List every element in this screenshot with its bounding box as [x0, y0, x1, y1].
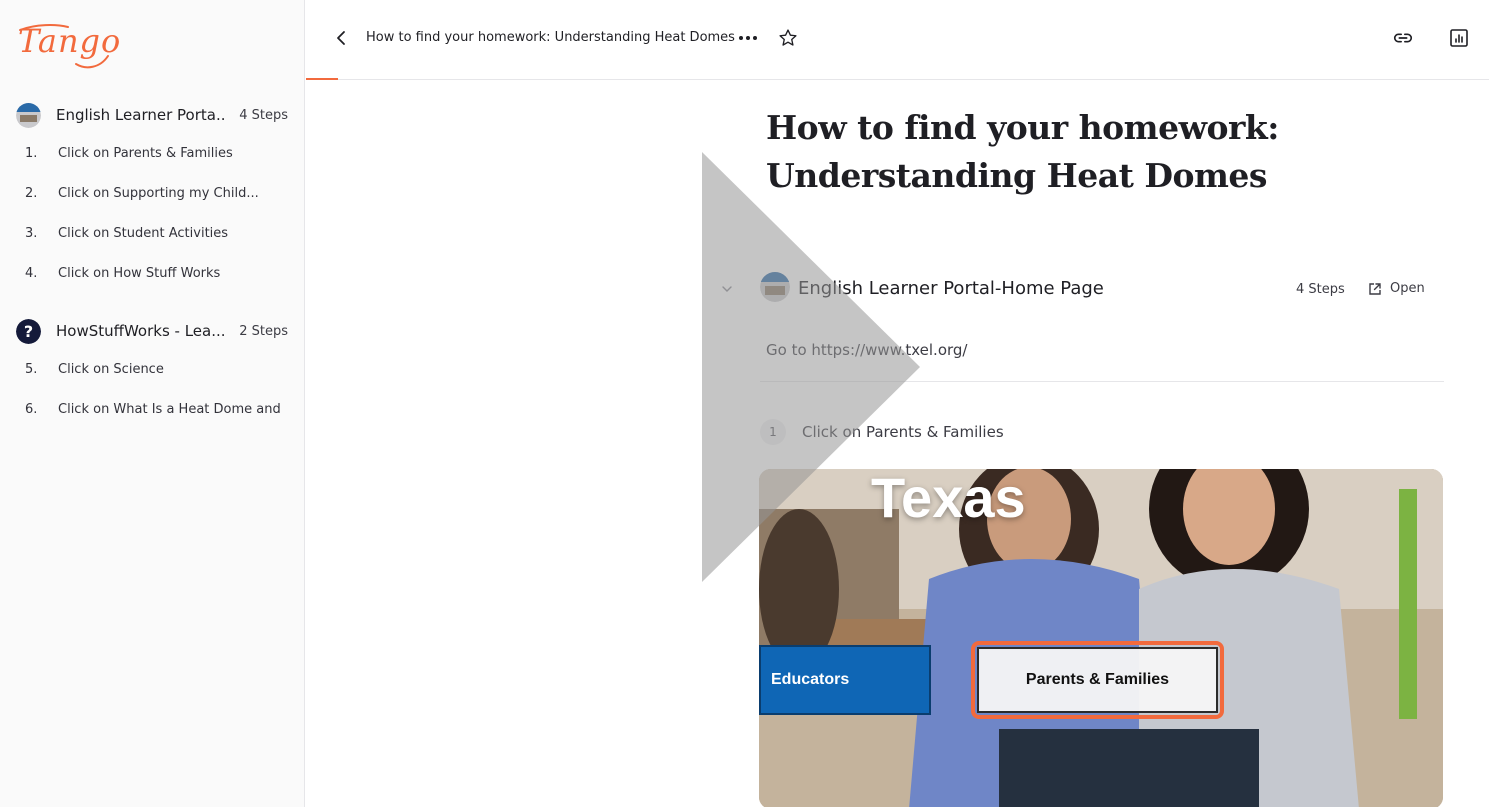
copy-link-button[interactable]: [1391, 26, 1415, 50]
progress-indicator: [306, 78, 338, 80]
sidebar-step-6[interactable]: 6. Click on What Is a Heat Dome and: [25, 397, 295, 421]
goto-url-text: Go to https://www.txel.org/: [766, 341, 968, 359]
favorite-button[interactable]: [776, 26, 800, 50]
section-title: English Learner Portal-Home Page: [798, 278, 1104, 299]
workflow-title: How to find your homework: Understanding…: [366, 30, 735, 45]
chevron-left-icon: [337, 31, 345, 45]
star-icon: [779, 29, 797, 46]
step-number-badge: 1: [760, 419, 786, 445]
step-instruction: Click on Parents & Families: [802, 423, 1004, 441]
step-group-english-learner[interactable]: English Learner Porta... 4 Steps: [16, 100, 296, 130]
step-screenshot: Texas Educators Parents & Families: [759, 469, 1443, 807]
group-step-count: 2 Steps: [239, 323, 288, 339]
more-options-button[interactable]: [736, 26, 760, 50]
group-title: English Learner Porta...: [56, 106, 224, 124]
classroom-photo: [759, 469, 1443, 807]
group-avatar: [16, 102, 41, 128]
screenshot-heading: Texas: [871, 469, 1026, 529]
screenshot-highlight: Parents & Families: [971, 641, 1224, 719]
link-icon: [1393, 33, 1413, 43]
sidebar-step-5[interactable]: 5. Click on Science: [25, 357, 295, 381]
section-step-count: 4 Steps: [1296, 282, 1345, 297]
section-avatar: [760, 272, 790, 302]
group-step-count: 4 Steps: [239, 107, 288, 123]
open-button[interactable]: Open: [1368, 281, 1425, 296]
sidebar: Tango English Learner Porta... 4 Steps 1…: [0, 0, 305, 807]
sidebar-step-3[interactable]: 3. Click on Student Activities: [25, 221, 295, 245]
sidebar-step-1[interactable]: 1. Click on Parents & Families: [25, 141, 295, 165]
section-header: English Learner Portal-Home Page 4 Steps…: [720, 272, 1440, 306]
divider: [760, 381, 1444, 382]
step-row-1: 1 Click on Parents & Families: [760, 418, 1004, 446]
screenshot-parents-button: Parents & Families: [977, 647, 1218, 713]
back-button[interactable]: [330, 26, 354, 50]
chevron-down-icon[interactable]: [720, 282, 734, 296]
analytics-button[interactable]: [1447, 26, 1471, 50]
svg-text:?: ?: [24, 322, 33, 341]
screenshot-educators-button: Educators: [759, 645, 931, 715]
page-title: How to find your homework: Understanding…: [766, 108, 1279, 195]
top-header: How to find your homework: Understanding…: [306, 0, 1489, 80]
sidebar-step-4[interactable]: 4. Click on How Stuff Works: [25, 261, 295, 285]
sidebar-step-2[interactable]: 2. Click on Supporting my Child...: [25, 181, 295, 205]
more-horizontal-icon: [739, 36, 757, 40]
step-group-howstuffworks[interactable]: ? HowStuffWorks - Lea... 2 Steps: [16, 316, 296, 346]
analytics-icon: [1450, 29, 1468, 47]
external-link-icon: [1369, 282, 1381, 295]
help-circle-icon: ?: [16, 318, 41, 344]
tango-logo[interactable]: Tango: [16, 18, 126, 70]
group-title: HowStuffWorks - Lea...: [56, 322, 224, 340]
